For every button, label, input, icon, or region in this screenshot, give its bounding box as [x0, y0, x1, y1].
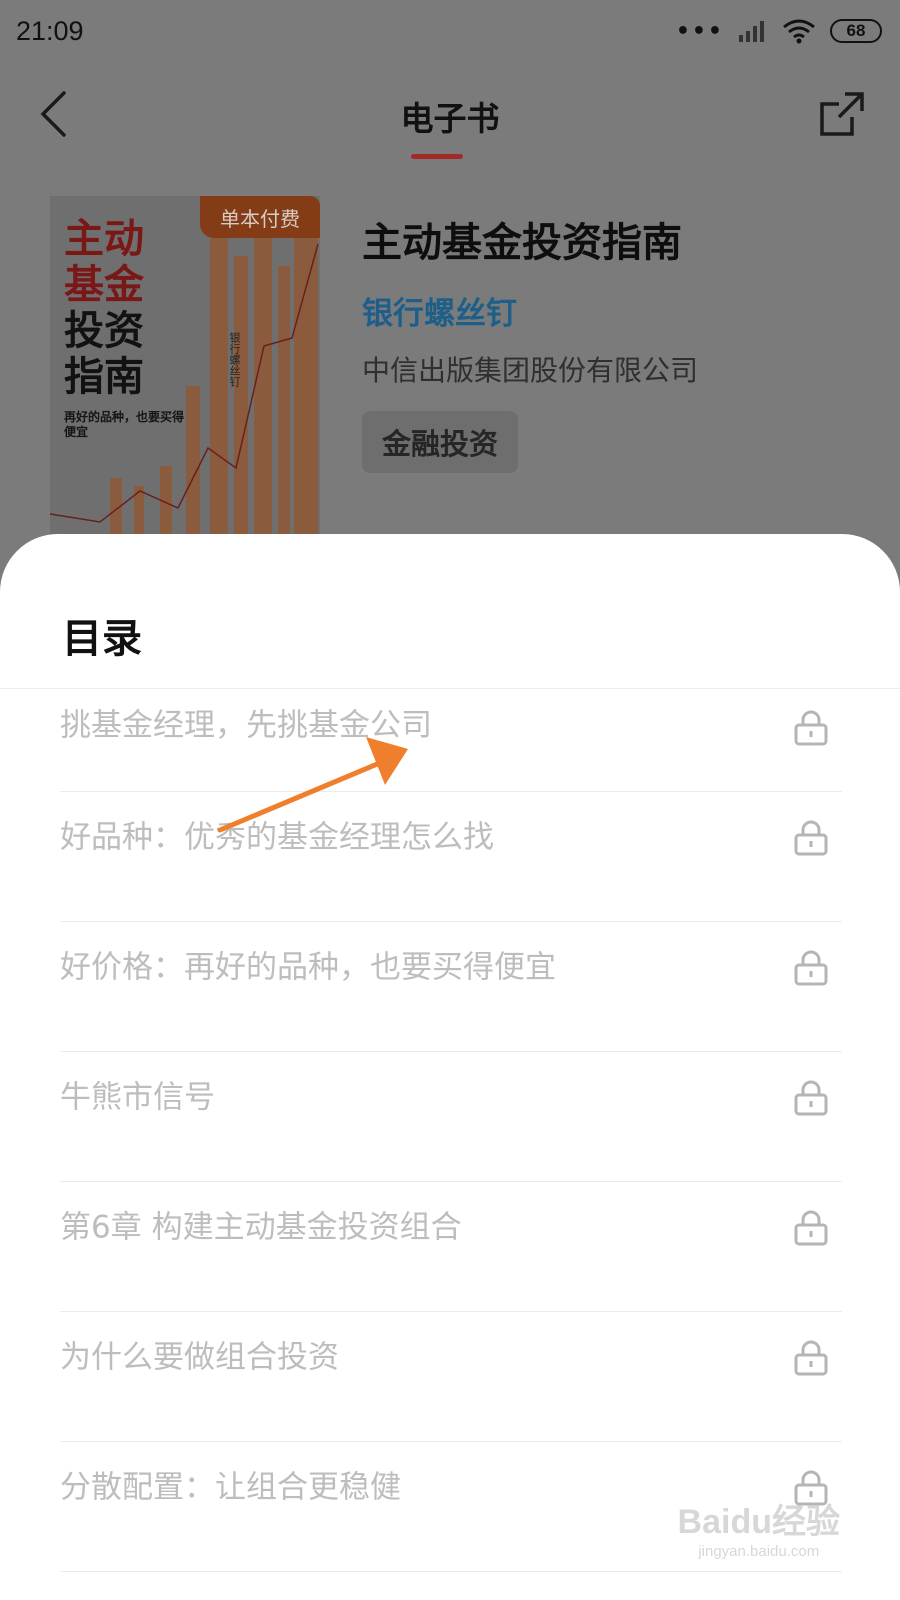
- toc-item-label: 为什么要做组合投资: [60, 1339, 339, 1376]
- toc-item[interactable]: 第6章 构建主动基金投资组合: [60, 1182, 842, 1312]
- lock-icon: [794, 950, 828, 986]
- cover-subtitle: 再好的品种，也要买得便宜: [64, 410, 185, 439]
- toc-item-label: 好品种：优秀的基金经理怎么找: [60, 819, 494, 856]
- book-cover[interactable]: 主动 基金 投资 指南 再好的品种，也要买得便宜 银行螺丝钉 单本付费: [50, 196, 320, 536]
- lock-icon: [794, 1210, 828, 1246]
- watermark-logo: Baidu经验: [677, 1503, 840, 1541]
- paid-badge: 单本付费: [200, 196, 320, 238]
- more-dots-icon: •••: [675, 18, 724, 44]
- toc-item-label: 牛熊市信号: [60, 1079, 215, 1116]
- wifi-icon: [783, 19, 815, 44]
- cover-author: 银行螺丝钉: [228, 332, 241, 387]
- book-author-link[interactable]: 银行螺丝钉: [362, 288, 882, 333]
- share-icon: [820, 92, 864, 136]
- toc-item[interactable]: 为什么要做组合投资: [60, 1312, 842, 1442]
- toc-title: 目录: [62, 616, 142, 662]
- toc-item-label: 挑基金经理，先挑基金公司: [60, 707, 432, 744]
- cover-title: 主动 基金 投资 指南: [64, 216, 144, 400]
- toc-item[interactable]: 好品种：优秀的基金经理怎么找: [60, 792, 842, 922]
- signal-icon: [739, 21, 764, 42]
- page-title: 电子书: [400, 99, 500, 138]
- toc-item[interactable]: 挑基金经理，先挑基金公司: [60, 688, 842, 792]
- book-info: 主动基金投资指南 银行螺丝钉 中信出版集团股份有限公司 金融投资: [362, 196, 882, 473]
- toc-sheet: 目录 挑基金经理，先挑基金公司 好品种：优秀的基金经理怎么找 好价格：再好的品种…: [0, 534, 900, 1600]
- status-time: 21:09: [16, 15, 84, 46]
- toc-item-label: 分散配置：让组合更稳健: [60, 1469, 401, 1506]
- status-bar: 21:09 ••• 68: [0, 0, 900, 62]
- toc-item[interactable]: 好价格：再好的品种，也要买得便宜: [60, 922, 842, 1052]
- status-icons: ••• 68: [676, 18, 882, 44]
- watermark: Baidu经验 jingyan.baidu.com: [678, 1494, 840, 1560]
- book-publisher: 中信出版集团股份有限公司: [362, 354, 699, 387]
- lock-icon: [794, 710, 828, 746]
- nav-bar: 电子书: [0, 62, 900, 172]
- category-tag[interactable]: 金融投资: [362, 411, 519, 473]
- watermark-url: jingyan.baidu.com: [698, 1543, 820, 1560]
- toc-item-label: 好价格：再好的品种，也要买得便宜: [60, 949, 556, 986]
- toc-item-label: 第6章 构建主动基金投资组合: [60, 1209, 462, 1246]
- book-title: 主动基金投资指南: [362, 220, 682, 266]
- battery-icon: 68: [830, 19, 882, 43]
- lock-icon: [794, 820, 828, 856]
- lock-icon: [794, 1340, 828, 1376]
- title-underline: [411, 154, 463, 159]
- lock-icon: [794, 1080, 828, 1116]
- toc-list: 挑基金经理，先挑基金公司 好品种：优秀的基金经理怎么找 好价格：再好的品种，也要…: [60, 688, 842, 1572]
- toc-item[interactable]: 牛熊市信号: [60, 1052, 842, 1182]
- book-header: 主动 基金 投资 指南 再好的品种，也要买得便宜 银行螺丝钉 单本付费 主动基金…: [0, 196, 900, 536]
- share-button[interactable]: [814, 86, 870, 142]
